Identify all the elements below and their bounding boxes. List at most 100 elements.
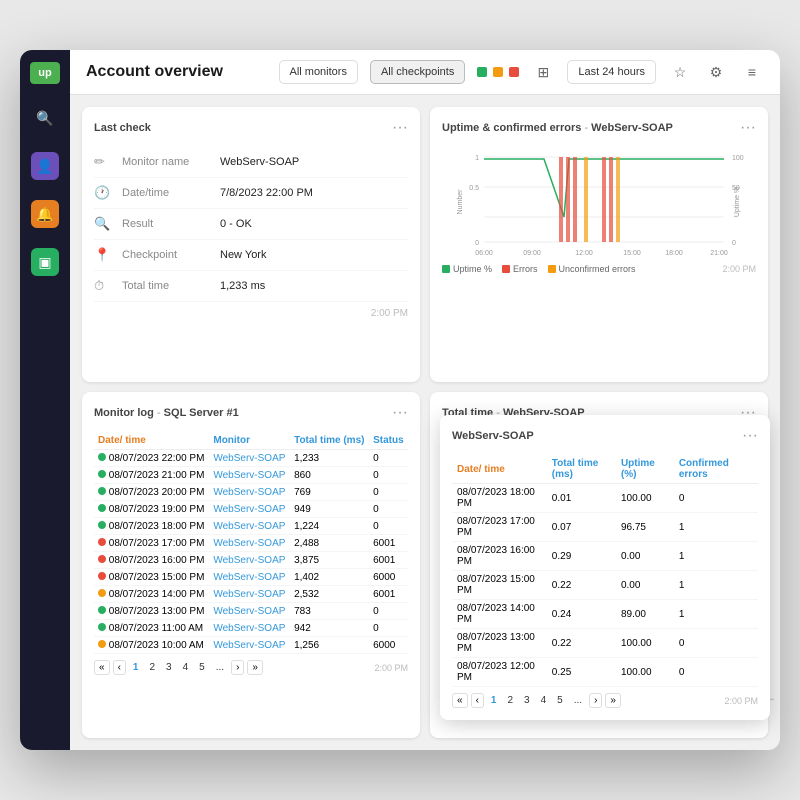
- ws-page-3[interactable]: 3: [520, 694, 534, 707]
- svg-text:0: 0: [475, 240, 479, 247]
- sidebar-item-user[interactable]: 👤: [31, 152, 59, 180]
- svg-text:12:00: 12:00: [575, 250, 593, 257]
- uptime-timestamp: 2:00 PM: [722, 264, 756, 274]
- webserv-card-menu[interactable]: ···: [742, 427, 758, 445]
- svg-text:18:00: 18:00: [665, 250, 683, 257]
- table-row: 08/07/2023 16:00 PM WebServ-SOAP 3,875 6…: [94, 552, 408, 569]
- last-check-title: Last check: [94, 122, 151, 134]
- table-row: 08/07/2023 10:00 AM WebServ-SOAP 1,256 6…: [94, 637, 408, 654]
- grid-icon[interactable]: ⊞: [531, 60, 555, 84]
- monitor-log-title: Monitor log - SQL Server #1: [94, 407, 239, 419]
- table-row: 08/07/2023 21:00 PM WebServ-SOAP 860 0: [94, 467, 408, 484]
- ws-page-last-btn[interactable]: »: [605, 693, 621, 708]
- ws-page-2[interactable]: 2: [503, 694, 517, 707]
- page-5[interactable]: 5: [195, 661, 209, 674]
- table-row: 08/07/2023 18:00 PM 0.01 100.00 0: [452, 484, 758, 513]
- uptime-svg: 1 0.5 0 100 50 0: [442, 147, 756, 257]
- sidebar: up 🔍 👤 🔔 ▣: [20, 50, 70, 750]
- page-prev-btn[interactable]: ‹: [113, 660, 126, 675]
- svg-text:15:00: 15:00: [623, 250, 641, 257]
- ws-page-5[interactable]: 5: [553, 694, 567, 707]
- webserv-timestamp: 2:00 PM: [724, 696, 758, 706]
- legend-unconfirmed: Unconfirmed errors: [548, 264, 636, 274]
- uptime-chart-card: Uptime & confirmed errors - WebServ-SOAP…: [430, 107, 768, 382]
- sidebar-item-chart[interactable]: ▣: [31, 248, 59, 276]
- col-status: Status: [369, 432, 408, 450]
- location-icon: 📍: [94, 247, 114, 263]
- webserv-table: Date/ time Total time (ms) Uptime (%) Co…: [452, 455, 758, 687]
- status-indicator: [98, 521, 106, 529]
- webserv-card-header: WebServ-SOAP ···: [452, 427, 758, 445]
- unconfirmed-legend-dot: [548, 265, 556, 273]
- monitor-log-table: Date/ time Monitor Total time (ms) Statu…: [94, 432, 408, 654]
- svg-text:09:00: 09:00: [523, 250, 541, 257]
- page-1[interactable]: 1: [129, 661, 143, 674]
- table-row: 08/07/2023 14:00 PM WebServ-SOAP 2,532 6…: [94, 586, 408, 603]
- ws-page-first-btn[interactable]: «: [452, 693, 468, 708]
- log-table-body: 08/07/2023 22:00 PM WebServ-SOAP 1,233 0…: [94, 450, 408, 654]
- star-icon[interactable]: ☆: [668, 60, 692, 84]
- checkpoint-row: 📍 Checkpoint New York: [94, 240, 408, 271]
- ws-page-next-btn[interactable]: ›: [589, 693, 602, 708]
- sidebar-item-bell[interactable]: 🔔: [31, 200, 59, 228]
- status-indicator: [98, 470, 106, 478]
- datetime-row: 🕐 Date/time 7/8/2023 22:00 PM: [94, 178, 408, 209]
- ws-col-uptime: Uptime (%): [616, 455, 674, 484]
- ws-page-prev-btn[interactable]: ‹: [471, 693, 484, 708]
- errors-legend-dot: [502, 265, 510, 273]
- period-button[interactable]: Last 24 hours: [567, 60, 656, 84]
- webserv-table-body: 08/07/2023 18:00 PM 0.01 100.00 0 08/07/…: [452, 484, 758, 687]
- last-check-timestamp: 2:00 PM: [94, 308, 408, 319]
- monitor-log-menu[interactable]: ···: [392, 404, 408, 422]
- uptime-legend-dot: [442, 265, 450, 273]
- table-row: 08/07/2023 20:00 PM WebServ-SOAP 769 0: [94, 484, 408, 501]
- svg-text:0: 0: [732, 240, 736, 247]
- svg-text:Uptime %: Uptime %: [734, 187, 741, 217]
- log-timestamp: 2:00 PM: [374, 663, 408, 673]
- green-status-dot: [477, 67, 487, 77]
- sidebar-item-search[interactable]: 🔍: [31, 104, 59, 132]
- main-window: up 🔍 👤 🔔 ▣ Account overview All monitors…: [20, 50, 780, 750]
- ws-col-errors: Confirmed errors: [674, 455, 758, 484]
- uptime-header: Uptime & confirmed errors - WebServ-SOAP…: [442, 119, 756, 137]
- page-first-btn[interactable]: «: [94, 660, 110, 675]
- col-monitor: Monitor: [209, 432, 290, 450]
- last-check-menu[interactable]: ···: [392, 119, 408, 137]
- all-monitors-button[interactable]: All monitors: [279, 60, 358, 84]
- ws-page-4[interactable]: 4: [537, 694, 551, 707]
- menu-icon[interactable]: ≡: [740, 60, 764, 84]
- svg-text:0.5: 0.5: [469, 185, 479, 192]
- table-row: 08/07/2023 18:00 PM WebServ-SOAP 1,224 0: [94, 518, 408, 535]
- last-check-card: Last check ··· ✏ Monitor name WebServ-SO…: [82, 107, 420, 382]
- table-row: 08/07/2023 17:00 PM WebServ-SOAP 2,488 6…: [94, 535, 408, 552]
- page-next-btn[interactable]: ›: [231, 660, 244, 675]
- edit-icon: ✏: [94, 154, 114, 170]
- status-indicator: [98, 555, 106, 563]
- table-row: 08/07/2023 14:00 PM 0.24 89.00 1: [452, 600, 758, 629]
- monitor-log-header: Monitor log - SQL Server #1 ···: [94, 404, 408, 422]
- table-row: 08/07/2023 15:00 PM 0.22 0.00 1: [452, 571, 758, 600]
- uptime-chart-area: 1 0.5 0 100 50 0: [442, 147, 756, 260]
- all-checkpoints-button[interactable]: All checkpoints: [370, 60, 465, 84]
- uptime-menu[interactable]: ···: [740, 119, 756, 137]
- svg-text:Number: Number: [457, 189, 464, 215]
- ws-page-1[interactable]: 1: [487, 694, 501, 707]
- total-time-row: ⏱ Total time 1,233 ms: [94, 271, 408, 302]
- log-pagination: « ‹ 1 2 3 4 5 ... › » 2:00 PM: [94, 660, 408, 675]
- status-indicator: [98, 606, 106, 614]
- settings-icon[interactable]: ⚙: [704, 60, 728, 84]
- col-total: Total time (ms): [290, 432, 369, 450]
- page-2[interactable]: 2: [145, 661, 159, 674]
- last-check-header: Last check ···: [94, 119, 408, 137]
- header: Account overview All monitors All checkp…: [70, 50, 780, 95]
- ws-col-total: Total time (ms): [547, 455, 616, 484]
- status-indicator: [98, 640, 106, 648]
- status-indicator: [98, 504, 106, 512]
- table-row: 08/07/2023 13:00 PM 0.22 100.00 0: [452, 629, 758, 658]
- legend-uptime: Uptime %: [442, 264, 492, 274]
- webserv-card-title: WebServ-SOAP: [452, 430, 534, 442]
- page-3[interactable]: 3: [162, 661, 176, 674]
- page-last-btn[interactable]: »: [247, 660, 263, 675]
- svg-text:100: 100: [732, 155, 744, 162]
- page-4[interactable]: 4: [179, 661, 193, 674]
